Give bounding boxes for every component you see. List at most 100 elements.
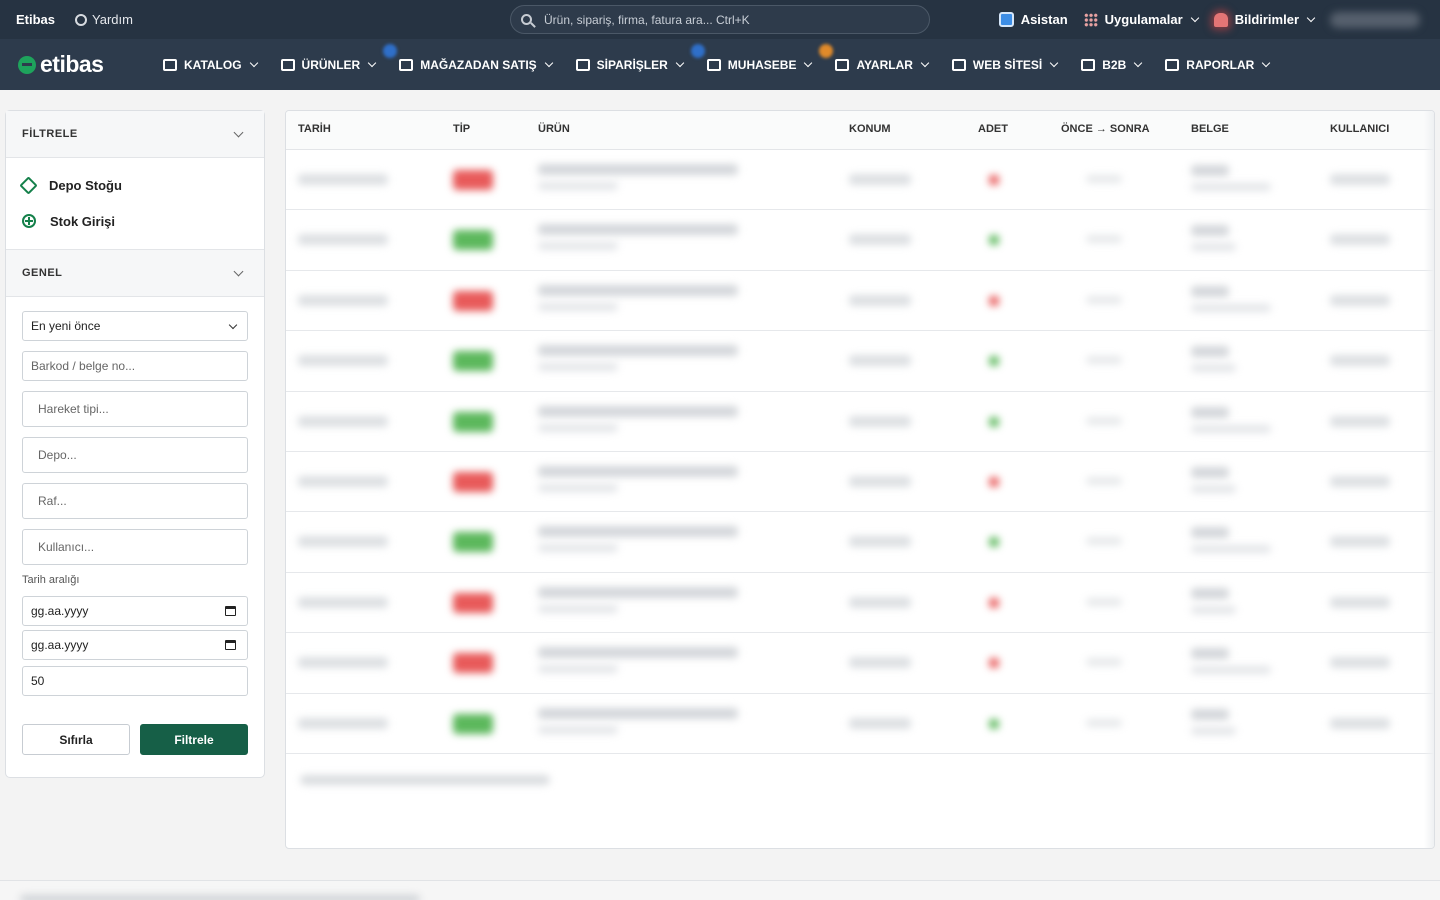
table-row[interactable] — [286, 150, 1434, 211]
date-to-field[interactable]: gg.aa.yyyy — [22, 630, 248, 660]
notifications-menu[interactable]: Bildirimler — [1213, 12, 1316, 27]
cell-document-ref — [1191, 726, 1236, 735]
general-section-header[interactable]: GENEL — [6, 250, 264, 297]
nav-item-products[interactable]: ÜRÜNLER — [280, 43, 398, 72]
nav-item-b2b[interactable]: B2B — [1081, 58, 1143, 72]
scroll-shadow — [1424, 111, 1434, 848]
sort-select[interactable]: En yeni önce — [22, 311, 248, 341]
help-link[interactable]: Yardım — [75, 12, 133, 27]
cell-before-after — [1086, 235, 1122, 244]
movement-type-input[interactable] — [38, 402, 232, 416]
table-row[interactable] — [286, 694, 1434, 754]
user-menu[interactable] — [1330, 11, 1420, 28]
table-row[interactable] — [286, 573, 1434, 634]
sidebar-item-warehouse-stock[interactable]: Depo Stoğu — [6, 167, 264, 203]
nav-item-accounting[interactable]: MUHASEBE — [706, 43, 834, 72]
user-select[interactable] — [22, 529, 248, 565]
cell-before-after — [1086, 295, 1122, 304]
nav-item-store-sales[interactable]: MAĞAZADAN SATIŞ — [399, 57, 553, 72]
nav-item-label: WEB SİTESİ — [972, 57, 1043, 72]
logo-text: etibas — [40, 51, 104, 77]
cell-type-badge — [453, 290, 493, 311]
assistant-button[interactable]: Asistan — [998, 12, 1068, 27]
table-row[interactable] — [286, 271, 1434, 332]
search-shortcut: Ctrl+K — [716, 12, 750, 27]
nav-item-reports[interactable]: RAPORLAR — [1165, 57, 1271, 72]
chevron-down-icon — [804, 58, 813, 68]
table-row[interactable] — [286, 512, 1434, 573]
barcode-input[interactable] — [31, 359, 239, 373]
warehouse-select[interactable] — [22, 437, 248, 473]
cell-location — [849, 536, 911, 548]
column-header[interactable]: BELGE — [1191, 123, 1229, 135]
column-header[interactable]: KONUM — [849, 123, 891, 135]
apps-menu[interactable]: Uygulamalar — [1083, 12, 1199, 27]
cell-product-sku — [538, 544, 618, 553]
cell-quantity — [989, 718, 999, 729]
plus-circle-icon — [22, 214, 36, 228]
table-row[interactable] — [286, 331, 1434, 392]
cell-product-name — [538, 465, 738, 477]
nav-badge — [819, 43, 834, 58]
nav-item-orders[interactable]: SİPARİŞLER — [575, 43, 705, 72]
cell-date — [298, 294, 388, 306]
calendar-icon[interactable] — [225, 606, 236, 616]
sidebar-item-label: Stok Girişi — [50, 213, 116, 229]
cell-user — [1330, 415, 1390, 427]
column-header[interactable]: ÜRÜN — [538, 123, 570, 135]
column-header[interactable]: KULLANICI — [1330, 123, 1389, 135]
global-search[interactable]: Ctrl+K — [510, 5, 930, 34]
cell-before-after — [1086, 416, 1122, 425]
warehouse-input[interactable] — [38, 448, 232, 462]
brand-name[interactable]: Etibas — [16, 12, 55, 27]
logo[interactable]: etibas — [18, 51, 160, 78]
apps-grid-icon — [1083, 12, 1098, 27]
reset-button[interactable]: Sıfırla — [22, 724, 130, 755]
nav-item-label: MAĞAZADAN SATIŞ — [420, 57, 537, 72]
date-from-field[interactable]: gg.aa.yyyy — [22, 596, 248, 626]
limit-field[interactable]: 50 — [22, 666, 248, 696]
gear-icon — [835, 58, 850, 71]
cell-quantity — [989, 416, 999, 427]
barcode-field[interactable] — [22, 351, 248, 381]
cell-document-ref — [1191, 666, 1271, 675]
table-row[interactable] — [286, 392, 1434, 452]
bell-icon — [1213, 12, 1228, 27]
table-row[interactable] — [286, 210, 1434, 271]
column-header[interactable]: TİP — [453, 123, 470, 135]
cell-location — [849, 717, 911, 729]
calendar-icon[interactable] — [225, 640, 236, 650]
movement-type-select[interactable] — [22, 391, 248, 427]
cell-product-sku — [538, 302, 618, 311]
general-title: GENEL — [22, 267, 63, 279]
filter-section-header[interactable]: FİLTRELE — [6, 111, 264, 158]
cell-product-sku — [538, 665, 618, 674]
chevron-down-icon — [233, 266, 244, 277]
filter-form: En yeni önce Tarih aralığı gg.aa.yyyy gg… — [6, 297, 264, 755]
user-input[interactable] — [38, 540, 232, 554]
chevron-down-icon — [1190, 13, 1199, 23]
filter-title: FİLTRELE — [22, 128, 78, 140]
chevron-down-icon — [544, 58, 553, 68]
table-row[interactable] — [286, 452, 1434, 513]
filter-button[interactable]: Filtrele — [140, 724, 248, 755]
cell-document-ref — [1191, 303, 1271, 312]
apps-label: Uygulamalar — [1104, 12, 1183, 27]
nav-item-catalog[interactable]: KATALOG — [163, 58, 258, 72]
search-input[interactable] — [544, 12, 712, 27]
sidebar-item-stock-entry[interactable]: Stok Girişi — [6, 203, 264, 239]
chevron-down-icon — [1134, 58, 1143, 68]
column-header[interactable]: ÖNCE → SONRA — [1061, 123, 1150, 135]
shelf-select[interactable] — [22, 483, 248, 519]
nav-item-website[interactable]: WEB SİTESİ — [951, 57, 1059, 72]
table-row[interactable] — [286, 633, 1434, 694]
cell-before-after — [1086, 476, 1122, 485]
nav-items: KATALOG ÜRÜNLER MAĞAZADAN SATIŞ SİPARİŞLER M… — [163, 43, 1293, 72]
cell-date — [298, 657, 388, 669]
cell-product-name — [538, 526, 738, 538]
shelf-input[interactable] — [38, 494, 232, 508]
column-header[interactable]: TARİH — [298, 123, 331, 135]
column-header[interactable]: ADET — [978, 123, 1008, 135]
nav-item-label: RAPORLAR — [1186, 57, 1255, 72]
nav-item-settings[interactable]: AYARLAR — [835, 58, 930, 72]
